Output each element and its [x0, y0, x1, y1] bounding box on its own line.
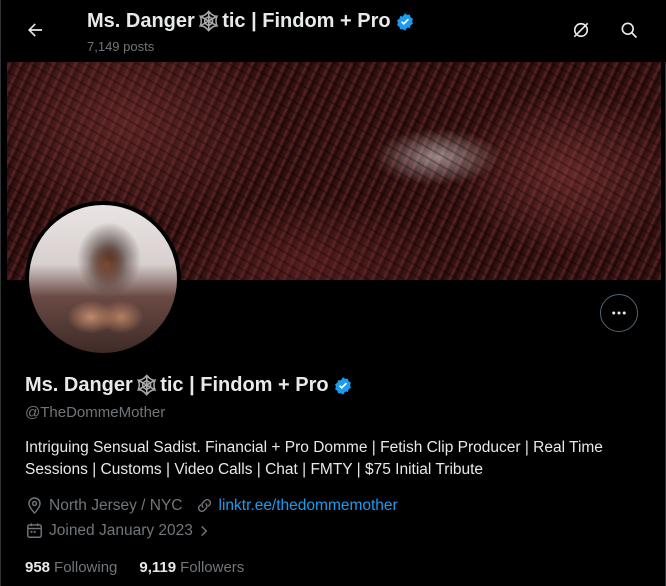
- avatar-image: [29, 205, 177, 353]
- profile-meta-row: North Jersey / NYC linktr.ee/thedommemot…: [25, 496, 410, 515]
- location-pin-icon: [28, 497, 41, 515]
- follow-stats: 958 Following 9,119 Followers: [25, 559, 266, 576]
- header-title: Ms. Danger 🕸 tic | Findom + Pro: [87, 9, 415, 34]
- header-title-text-end: tic | Findom + Pro: [222, 10, 391, 32]
- followers-count: 9,119: [139, 559, 177, 576]
- notification-toggle-button[interactable]: [563, 12, 599, 48]
- following-link[interactable]: 958 Following: [25, 559, 117, 576]
- search-button[interactable]: [611, 12, 647, 48]
- calendar-icon: [27, 523, 42, 538]
- user-handle: @TheDommeMother: [25, 404, 166, 421]
- website-item: linktr.ee/thedommemother: [195, 496, 398, 515]
- search-icon: [621, 22, 638, 39]
- web-emoji-icon: 🕸: [195, 11, 222, 33]
- link-icon: [197, 498, 211, 513]
- back-button[interactable]: [17, 12, 53, 48]
- followers-label: Followers: [180, 559, 245, 576]
- display-name-text-end: tic | Findom + Pro: [160, 374, 329, 396]
- verified-badge-icon: [395, 12, 415, 32]
- header-actions: [563, 12, 647, 48]
- followers-link[interactable]: 9,119 Followers: [139, 559, 244, 576]
- following-count: 958: [25, 559, 51, 576]
- arrow-left-icon: [28, 23, 43, 37]
- top-bar: Ms. Danger 🕸 tic | Findom + Pro 7,149 po…: [1, 0, 666, 62]
- profile-bio: Intriguing Sensual Sadist. Financial + P…: [25, 439, 603, 478]
- more-dots-icon: [612, 311, 626, 315]
- joined-item[interactable]: Joined January 2023: [25, 521, 216, 540]
- notification-off-icon: [573, 22, 589, 38]
- avatar[interactable]: [25, 201, 181, 357]
- verified-badge-icon[interactable]: [333, 376, 353, 396]
- location-item: North Jersey / NYC: [25, 496, 183, 515]
- display-name: Ms. Danger 🕸 tic | Findom + Pro: [25, 373, 353, 398]
- display-name-text-start: Ms. Danger: [25, 374, 133, 396]
- joined-text: Joined January 2023: [49, 521, 193, 539]
- profile-page: Ms. Danger 🕸 tic | Findom + Pro 7,149 po…: [0, 0, 666, 586]
- following-label: Following: [54, 559, 118, 576]
- joined-row[interactable]: Joined January 2023: [25, 521, 228, 540]
- location-text: North Jersey / NYC: [49, 496, 183, 514]
- website-link[interactable]: linktr.ee/thedommemother: [219, 497, 398, 515]
- header-title-text-start: Ms. Danger: [87, 10, 195, 32]
- post-count: 7,149 posts: [87, 39, 155, 54]
- more-options-button[interactable]: [600, 294, 638, 332]
- web-emoji-icon: 🕸: [133, 375, 160, 397]
- chevron-right-icon: [201, 525, 208, 536]
